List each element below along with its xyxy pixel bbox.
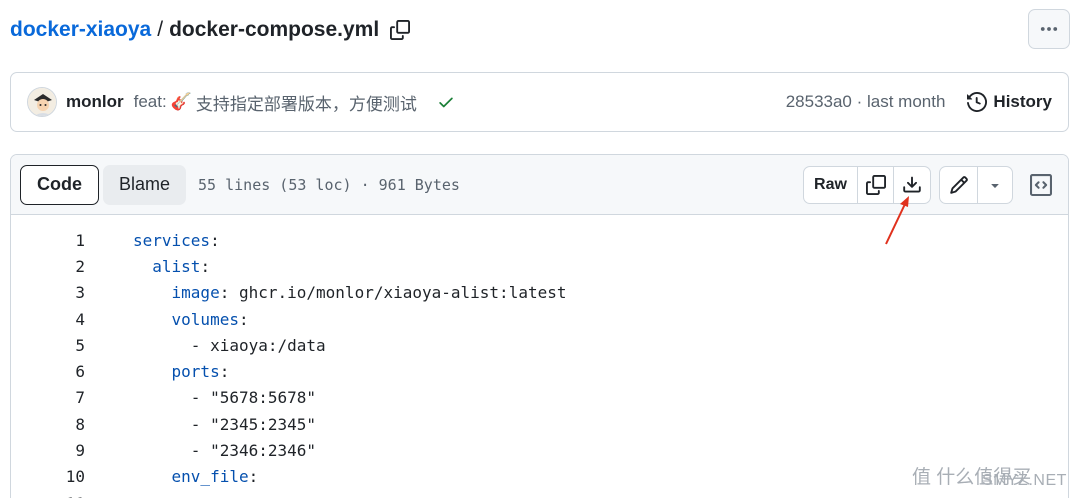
view-switcher: Code Blame	[20, 164, 187, 205]
yaml-value: - xiaoya:/data	[190, 335, 326, 355]
line-number[interactable]: 4	[11, 310, 85, 329]
yaml-value: - "2346:2346"	[190, 441, 317, 461]
yaml-key: services	[133, 230, 211, 250]
yaml-value: - "2345:2345"	[190, 414, 317, 434]
copy-icon	[865, 175, 886, 195]
breadcrumb-separator: /	[157, 18, 164, 41]
watermark-sub: SMYZ.NET	[982, 472, 1067, 489]
line-number[interactable]: 3	[11, 283, 85, 302]
yaml-key: image	[171, 283, 220, 303]
code-line: 1 services:	[11, 227, 1068, 253]
watermark: 值 什么值得买 SMYZ.NET	[912, 452, 1080, 498]
code-line: 2 alist:	[11, 253, 1068, 279]
commit-message-text: 支持指定部署版本，方便测试	[195, 94, 417, 114]
commit-hash-time[interactable]: 28533a0 · last month	[786, 92, 946, 112]
code-line: 3 image: ghcr.io/monlor/xiaoya-alist:lat…	[11, 280, 1068, 306]
yaml-key: ports	[171, 362, 220, 382]
download-icon	[903, 176, 921, 193]
line-number[interactable]: 2	[11, 257, 85, 276]
yaml-value: :	[210, 230, 220, 250]
code-line: 7 - "5678:5678"	[11, 385, 1068, 411]
line-content: - "2346:2346"	[85, 441, 316, 460]
edit-file-button[interactable]	[940, 167, 978, 203]
kebab-horizontal-icon	[1040, 27, 1058, 31]
yaml-value: - "5678:5678"	[190, 388, 317, 408]
raw-button[interactable]: Raw	[804, 167, 858, 203]
line-number[interactable]: 9	[11, 441, 85, 460]
code-line: 4 volumes:	[11, 306, 1068, 332]
file-info: 55 lines (53 loc) · 961 Bytes	[198, 175, 460, 194]
line-number[interactable]: 10	[11, 467, 85, 486]
code-line: 6 ports:	[11, 358, 1068, 384]
line-content: - xiaoya:/data	[85, 336, 326, 355]
code-line: 9 - "2346:2346"	[11, 437, 1068, 463]
history-button[interactable]: History	[967, 92, 1052, 112]
code-line: 11	[11, 490, 1068, 498]
line-number[interactable]: 6	[11, 362, 85, 381]
code-square-icon	[1030, 174, 1052, 196]
check-icon[interactable]	[437, 93, 455, 111]
line-content: volumes:	[85, 310, 249, 329]
avatar[interactable]	[27, 87, 57, 117]
raw-actions-group: Raw	[803, 166, 931, 204]
code-line: 5 - xiaoya:/data	[11, 332, 1068, 358]
code-line: 8 - "2345:2345"	[11, 411, 1068, 437]
yaml-value: : ghcr.io/monlor/xiaoya-alist:latest	[219, 283, 567, 303]
code-line: 10 env_file:	[11, 464, 1068, 490]
line-content: image: ghcr.io/monlor/xiaoya-alist:lates…	[85, 283, 567, 303]
copy-raw-button[interactable]	[858, 167, 894, 203]
yaml-value: :	[248, 467, 259, 487]
yaml-value: :	[200, 256, 211, 276]
line-number[interactable]: 8	[11, 415, 85, 434]
line-number[interactable]: 11	[11, 494, 85, 498]
commit-author[interactable]: monlor	[66, 92, 124, 112]
file-viewer: Code Blame 55 lines (53 loc) · 961 Bytes…	[10, 154, 1069, 498]
yaml-key: alist	[152, 256, 201, 276]
yaml-key: env_file	[171, 467, 249, 487]
symbols-panel-button[interactable]	[1023, 166, 1059, 204]
line-content: ports:	[85, 362, 230, 382]
line-content: - "2345:2345"	[85, 415, 316, 434]
history-label: History	[993, 92, 1052, 111]
line-number[interactable]: 1	[11, 231, 85, 250]
download-raw-button[interactable]	[894, 167, 930, 203]
edit-actions-group	[939, 166, 1013, 204]
line-number[interactable]: 5	[11, 336, 85, 355]
repo-link[interactable]: docker-xiaoya	[10, 18, 151, 42]
yaml-key: volumes	[171, 309, 239, 329]
file-name: docker-compose.yml	[169, 18, 380, 41]
triangle-down-icon	[991, 184, 999, 188]
line-content: services:	[85, 231, 220, 250]
edit-options-button[interactable]	[978, 167, 1012, 203]
file-toolbar: Code Blame 55 lines (53 loc) · 961 Bytes…	[11, 155, 1068, 215]
line-content: alist:	[85, 257, 210, 276]
commit-message-prefix: feat:	[133, 92, 167, 111]
copy-path-icon[interactable]	[389, 19, 411, 41]
pencil-icon	[949, 176, 968, 194]
commit-message[interactable]: feat: 🎸 支持指定部署版本，方便测试	[134, 90, 417, 115]
line-content: - "5678:5678"	[85, 388, 316, 407]
code-view: 1 services: 2 alist: 3 image: ghcr.io/monlo…	[11, 215, 1068, 498]
more-options-button[interactable]	[1028, 9, 1070, 49]
yaml-value: :	[238, 309, 249, 329]
guitar-emoji: 🎸	[170, 92, 192, 111]
line-number[interactable]: 7	[11, 388, 85, 407]
latest-commit-box: monlor feat: 🎸 支持指定部署版本，方便测试 28533a0 · l…	[10, 72, 1069, 132]
line-content: env_file:	[85, 467, 259, 487]
tab-code[interactable]: Code	[20, 164, 99, 205]
history-icon	[967, 92, 988, 112]
yaml-value: :	[219, 362, 230, 382]
tab-blame[interactable]: Blame	[103, 164, 187, 205]
breadcrumb: docker-xiaoya / docker-compose.yml	[10, 14, 411, 46]
